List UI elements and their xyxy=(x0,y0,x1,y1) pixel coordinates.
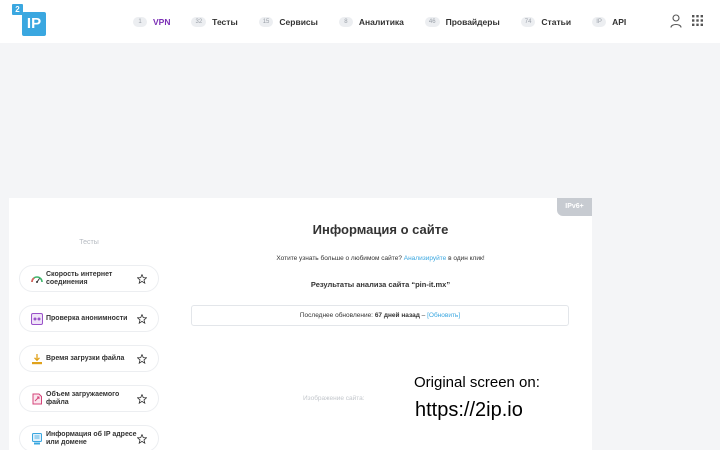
file-size-icon xyxy=(32,393,42,404)
nav-count-badge: 15 xyxy=(258,17,274,27)
star-icon[interactable] xyxy=(137,393,147,404)
nav-count-badge: 8 xyxy=(338,17,353,27)
nav-item-tests[interactable]: 32 Тесты xyxy=(191,17,238,27)
logo[interactable]: 2 IP xyxy=(12,4,46,36)
tool-label: Информация об IP адресе или домене xyxy=(46,430,137,446)
nav-item-services[interactable]: 15 Сервисы xyxy=(258,17,318,27)
tool-ip-info[interactable]: Информация об IP адресе или домене xyxy=(19,425,159,450)
star-icon[interactable] xyxy=(137,353,147,364)
nav-label: API xyxy=(612,17,627,27)
speedometer-icon xyxy=(31,275,43,283)
sidebar-title: Тесты xyxy=(79,239,99,246)
watermark-caption: Original screen on: xyxy=(414,374,540,391)
top-navbar: 2 IP 1 VPN 32 Тесты 15 Сервисы 8 Аналити… xyxy=(0,0,720,43)
site-image-label: Изображение сайта: xyxy=(303,395,365,402)
ip-info-icon xyxy=(32,432,42,444)
nav-label: Тесты xyxy=(212,17,238,27)
tool-download-time[interactable]: Время загрузки файла xyxy=(19,345,159,372)
star-icon[interactable] xyxy=(137,273,147,284)
update-separator: – xyxy=(421,312,426,319)
apps-grid-icon[interactable] xyxy=(692,15,703,26)
nav-count-badge: 1 xyxy=(133,17,147,27)
page-title: Информация о сайте xyxy=(312,222,449,237)
nav-label: Сервисы xyxy=(279,17,318,27)
star-icon[interactable] xyxy=(137,433,147,444)
refresh-link[interactable]: [Обновить] xyxy=(427,312,460,319)
ipv6-badge: IPv6+ xyxy=(557,198,592,216)
nav-label: Аналитика xyxy=(358,17,404,27)
nav-item-analytics[interactable]: 8 Аналитика xyxy=(338,17,404,27)
download-icon xyxy=(32,353,42,364)
tool-label: Скорость интернет соединения xyxy=(46,270,113,286)
tool-label: Объем загружаемого файла xyxy=(46,390,120,406)
tool-speed-test[interactable]: Скорость интернет соединения xyxy=(19,265,159,292)
last-update-box: Последнее обновление: 67 дней назад – [О… xyxy=(191,305,569,326)
tool-file-size[interactable]: Объем загружаемого файла xyxy=(19,385,159,412)
tests-sidebar: Тесты Скорость интернет соединения Прове… xyxy=(9,198,169,450)
star-icon[interactable] xyxy=(137,313,147,324)
nav-item-api[interactable]: IP API xyxy=(592,17,626,27)
nav-label: Статьи xyxy=(541,17,572,27)
results-heading: Результаты анализа сайта “pin-it.mx” xyxy=(310,280,451,289)
anonymity-icon xyxy=(31,312,43,325)
nav-item-vpn[interactable]: 1 VPN xyxy=(133,17,170,27)
lead-text: Хотите узнать больше о любимом сайте? Ан… xyxy=(169,255,592,262)
tool-label: Проверка анонимности xyxy=(46,314,128,322)
nav-count-badge: 46 xyxy=(424,17,440,27)
nav-item-providers[interactable]: 46 Провайдеры xyxy=(424,17,500,27)
nav-item-articles[interactable]: 74 Статьи xyxy=(520,17,572,27)
watermark-url: https://2ip.io xyxy=(415,399,523,421)
site-info-panel: IPv6+ Информация о сайте Хотите узнать б… xyxy=(169,198,592,450)
nav-count-badge: IP xyxy=(592,17,607,27)
update-value: 67 дней назад xyxy=(374,312,420,319)
analyze-link[interactable]: Анализируйте xyxy=(404,255,447,262)
lead-prefix: Хотите узнать больше о любимом сайте? xyxy=(276,255,402,262)
lead-suffix: в один клик! xyxy=(448,255,485,262)
update-prefix: Последнее обновление: xyxy=(299,312,373,319)
tool-label: Время загрузки файла xyxy=(46,354,125,362)
nav-count-badge: 74 xyxy=(520,17,536,27)
tool-anonymity-check[interactable]: Проверка анонимности xyxy=(19,305,159,332)
nav-label: Провайдеры xyxy=(445,17,500,27)
user-icon[interactable] xyxy=(670,14,682,28)
nav-label: VPN xyxy=(153,17,171,27)
main-nav: 1 VPN 32 Тесты 15 Сервисы 8 Аналитика 46… xyxy=(133,14,647,30)
nav-count-badge: 32 xyxy=(191,17,207,27)
logo-mark: IP xyxy=(22,12,46,36)
